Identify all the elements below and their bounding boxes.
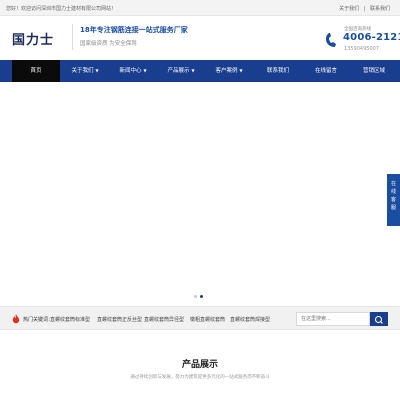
nav-item-about[interactable]: 关于我们 ▼ (61, 60, 109, 82)
nav-item-region[interactable]: 营销区域 (350, 60, 398, 82)
slider-dot-active[interactable] (200, 295, 203, 298)
top-link-separator: | (363, 6, 366, 12)
hot-keywords-label: 热门关键词： (23, 317, 54, 323)
nav-label: 联系我们 (266, 68, 289, 74)
top-link-contact[interactable]: 联系我们 (370, 6, 390, 12)
nav-label: 在线留言 (314, 68, 337, 74)
online-service-label: 在线客服 (390, 181, 396, 211)
logo[interactable]: 国力士 (12, 25, 58, 48)
welcome-text: 您好！欢迎访问深圳市国力士建材有限公司网站！ (6, 6, 117, 12)
nav-label: 首页 (30, 68, 42, 74)
nav-item-message[interactable]: 在线留言 (302, 60, 350, 82)
nav-item-home[interactable]: 首页 (12, 60, 60, 82)
nav-item-products[interactable]: 产品展示 ▼ (157, 60, 205, 82)
nav-label: 营销区域 (362, 68, 385, 74)
hotline-mobile: 13590495007 (344, 46, 379, 52)
keyword-link[interactable]: 直螺纹套筒异径型 (144, 316, 184, 323)
header-divider (72, 24, 73, 50)
nav-label: 客户案例 (215, 68, 238, 74)
nav-label: 关于我们 (71, 68, 94, 74)
search-input[interactable] (296, 312, 370, 326)
search-button[interactable] (370, 312, 388, 326)
chevron-down-icon: ▼ (239, 68, 243, 73)
online-service-tab[interactable]: 在线客服 (387, 174, 400, 226)
nav-item-contact[interactable]: 联系我们 (254, 60, 302, 82)
hotline-number: 4006-212111 (343, 32, 400, 43)
keyword-link[interactable]: 直螺纹套筒正反丝型 (97, 316, 142, 323)
header: 国力士 18年专注钢筋连接一站式服务厂家 国家级资质 为安全保驾 全国咨询热线 … (0, 16, 400, 58)
top-link-about[interactable]: 关于我们 (339, 6, 359, 12)
chevron-down-icon: ▼ (143, 68, 147, 73)
keyword-link[interactable]: 直螺纹套筒标准型 (50, 316, 90, 323)
keyword-link[interactable]: 直螺纹套筒焊接型 (230, 316, 270, 323)
chevron-down-icon: ▼ (191, 68, 195, 73)
products-subtitle: 通过持续创新与发展，努力为建筑提供多元化的一站式服务而不断奋斗 (130, 375, 270, 380)
nav-label: 新闻中心 (119, 68, 142, 74)
slogan-subtitle: 国家级资质 为安全保驾 (80, 41, 137, 47)
banner-slider[interactable] (0, 82, 400, 304)
slider-dot[interactable] (194, 295, 197, 298)
slogan: 18年专注钢筋连接一站式服务厂家 (80, 26, 188, 34)
chevron-down-icon: ▼ (95, 68, 99, 73)
top-links: 关于我们 | 联系我们 (336, 5, 390, 12)
nav-item-news[interactable]: 新闻中心 ▼ (109, 60, 157, 82)
top-bar: 您好！欢迎访问深圳市国力士建材有限公司网站！ 关于我们 | 联系我们 (0, 0, 400, 16)
main-nav: 首页 关于我们 ▼ 新闻中心 ▼ 产品展示 ▼ 客户案例 ▼ 联系我们 在线留言 营销区… (0, 60, 400, 82)
search-icon (374, 315, 383, 324)
logo-text: 国力士 (12, 33, 55, 48)
nav-label: 产品展示 (167, 68, 190, 74)
phone-icon (325, 33, 336, 47)
hot-keywords-bar: 热门关键词： 直螺纹套筒标准型 直螺纹套筒正反丝型 直螺纹套筒异径型 镦粗直螺纹… (0, 306, 400, 330)
fire-icon (12, 314, 20, 324)
keyword-link[interactable]: 镦粗直螺纹套筒 (190, 316, 225, 323)
products-title: 产品展示 (181, 360, 218, 370)
nav-item-cases[interactable]: 客户案例 ▼ (205, 60, 253, 82)
